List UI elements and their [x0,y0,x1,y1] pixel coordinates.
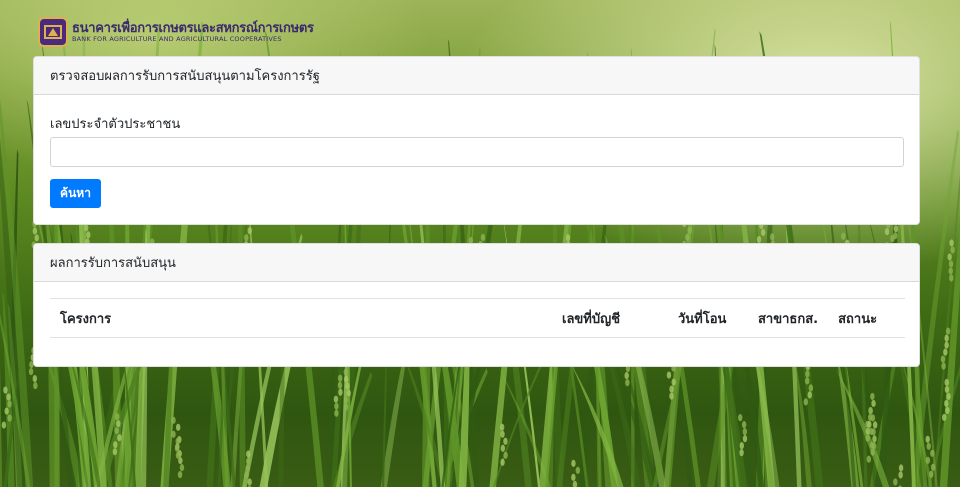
results-card: ผลการรับการสนับสนุน โครงการ เลขที่บัญชี … [33,243,920,367]
results-table: โครงการ เลขที่บัญชี วันที่โอน สาขาธกส. ส… [50,298,905,338]
search-button[interactable]: ค้นหา [50,179,101,208]
citizen-id-label: เลขประจำตัวประชาชน [50,117,181,132]
column-header-branch: สาขาธกส. [748,298,829,338]
logo-english-name: BANK FOR AGRICULTURE AND AGRICULTURAL CO… [72,34,282,43]
column-header-transfer-date: วันที่โอน [668,298,748,338]
search-card: ตรวจสอบผลการรับการสนับสนุนตามโครงการรัฐ … [33,56,920,225]
logo-thai-name: ธนาคารเพื่อการเกษตรและสหกรณ์การเกษตร [72,20,314,36]
results-card-header: ผลการรับการสนับสนุน [34,244,919,282]
citizen-id-input[interactable] [50,137,904,167]
column-header-project: โครงการ [50,298,552,338]
table-header-row: โครงการ เลขที่บัญชี วันที่โอน สาขาธกส. ส… [50,298,905,338]
column-header-status: สถานะ [828,298,905,338]
baac-emblem-icon [38,17,68,47]
column-header-account-number: เลขที่บัญชี [552,298,668,338]
baac-logo: ธนาคารเพื่อการเกษตรและสหกรณ์การเกษตร BAN… [38,16,314,48]
search-card-header: ตรวจสอบผลการรับการสนับสนุนตามโครงการรัฐ [34,57,919,95]
